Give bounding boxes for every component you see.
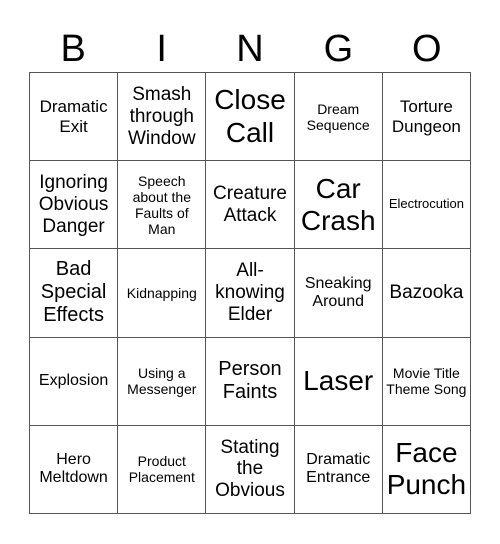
bingo-header: B I N G O xyxy=(29,26,471,72)
bingo-cell[interactable]: Kidnapping xyxy=(118,249,207,338)
bingo-cell[interactable]: All-knowing Elder xyxy=(206,249,295,338)
bingo-cell[interactable]: Torture Dungeon xyxy=(382,73,471,162)
bingo-cell[interactable]: Movie Title Theme Song xyxy=(382,337,471,426)
bingo-cell[interactable]: Dramatic Entrance xyxy=(294,425,383,514)
bingo-cell[interactable]: Laser xyxy=(294,337,383,426)
bingo-cell[interactable]: Product Placement xyxy=(118,425,207,514)
bingo-cell[interactable]: Electrocution xyxy=(382,161,471,250)
bingo-cell[interactable]: Bad Special Effects xyxy=(30,249,119,338)
header-letter-o: O xyxy=(412,28,442,70)
bingo-cell[interactable]: Close Call xyxy=(206,73,295,162)
header-letter-n: N xyxy=(236,28,264,70)
bingo-cell[interactable]: Hero Meltdown xyxy=(30,425,119,514)
bingo-cell[interactable]: Bazooka xyxy=(382,249,471,338)
bingo-cell[interactable]: Dream Sequence xyxy=(294,73,383,162)
bingo-cell[interactable]: Person Faints xyxy=(206,337,295,426)
header-letter-i: I xyxy=(156,28,167,70)
bingo-cell[interactable]: Stating the Obvious xyxy=(206,425,295,514)
header-letter-b: B xyxy=(60,28,86,70)
bingo-cell[interactable]: Explosion xyxy=(30,337,119,426)
bingo-cell[interactable]: Car Crash xyxy=(294,161,383,250)
bingo-cell[interactable]: Using a Messenger xyxy=(118,337,207,426)
header-letter-g: G xyxy=(323,28,354,70)
bingo-cell[interactable]: Dramatic Exit xyxy=(30,73,119,162)
bingo-cell[interactable]: Smash through Window xyxy=(118,73,207,162)
bingo-cell[interactable]: Face Punch xyxy=(382,425,471,514)
bingo-cell[interactable]: Speech about the Faults of Man xyxy=(118,161,207,250)
bingo-grid: Dramatic Exit Smash through Window Close… xyxy=(29,72,471,514)
bingo-cell[interactable]: Sneaking Around xyxy=(294,249,383,338)
bingo-cell[interactable]: Creature Attack xyxy=(206,161,295,250)
bingo-cell[interactable]: Ignoring Obvious Danger xyxy=(30,161,119,250)
